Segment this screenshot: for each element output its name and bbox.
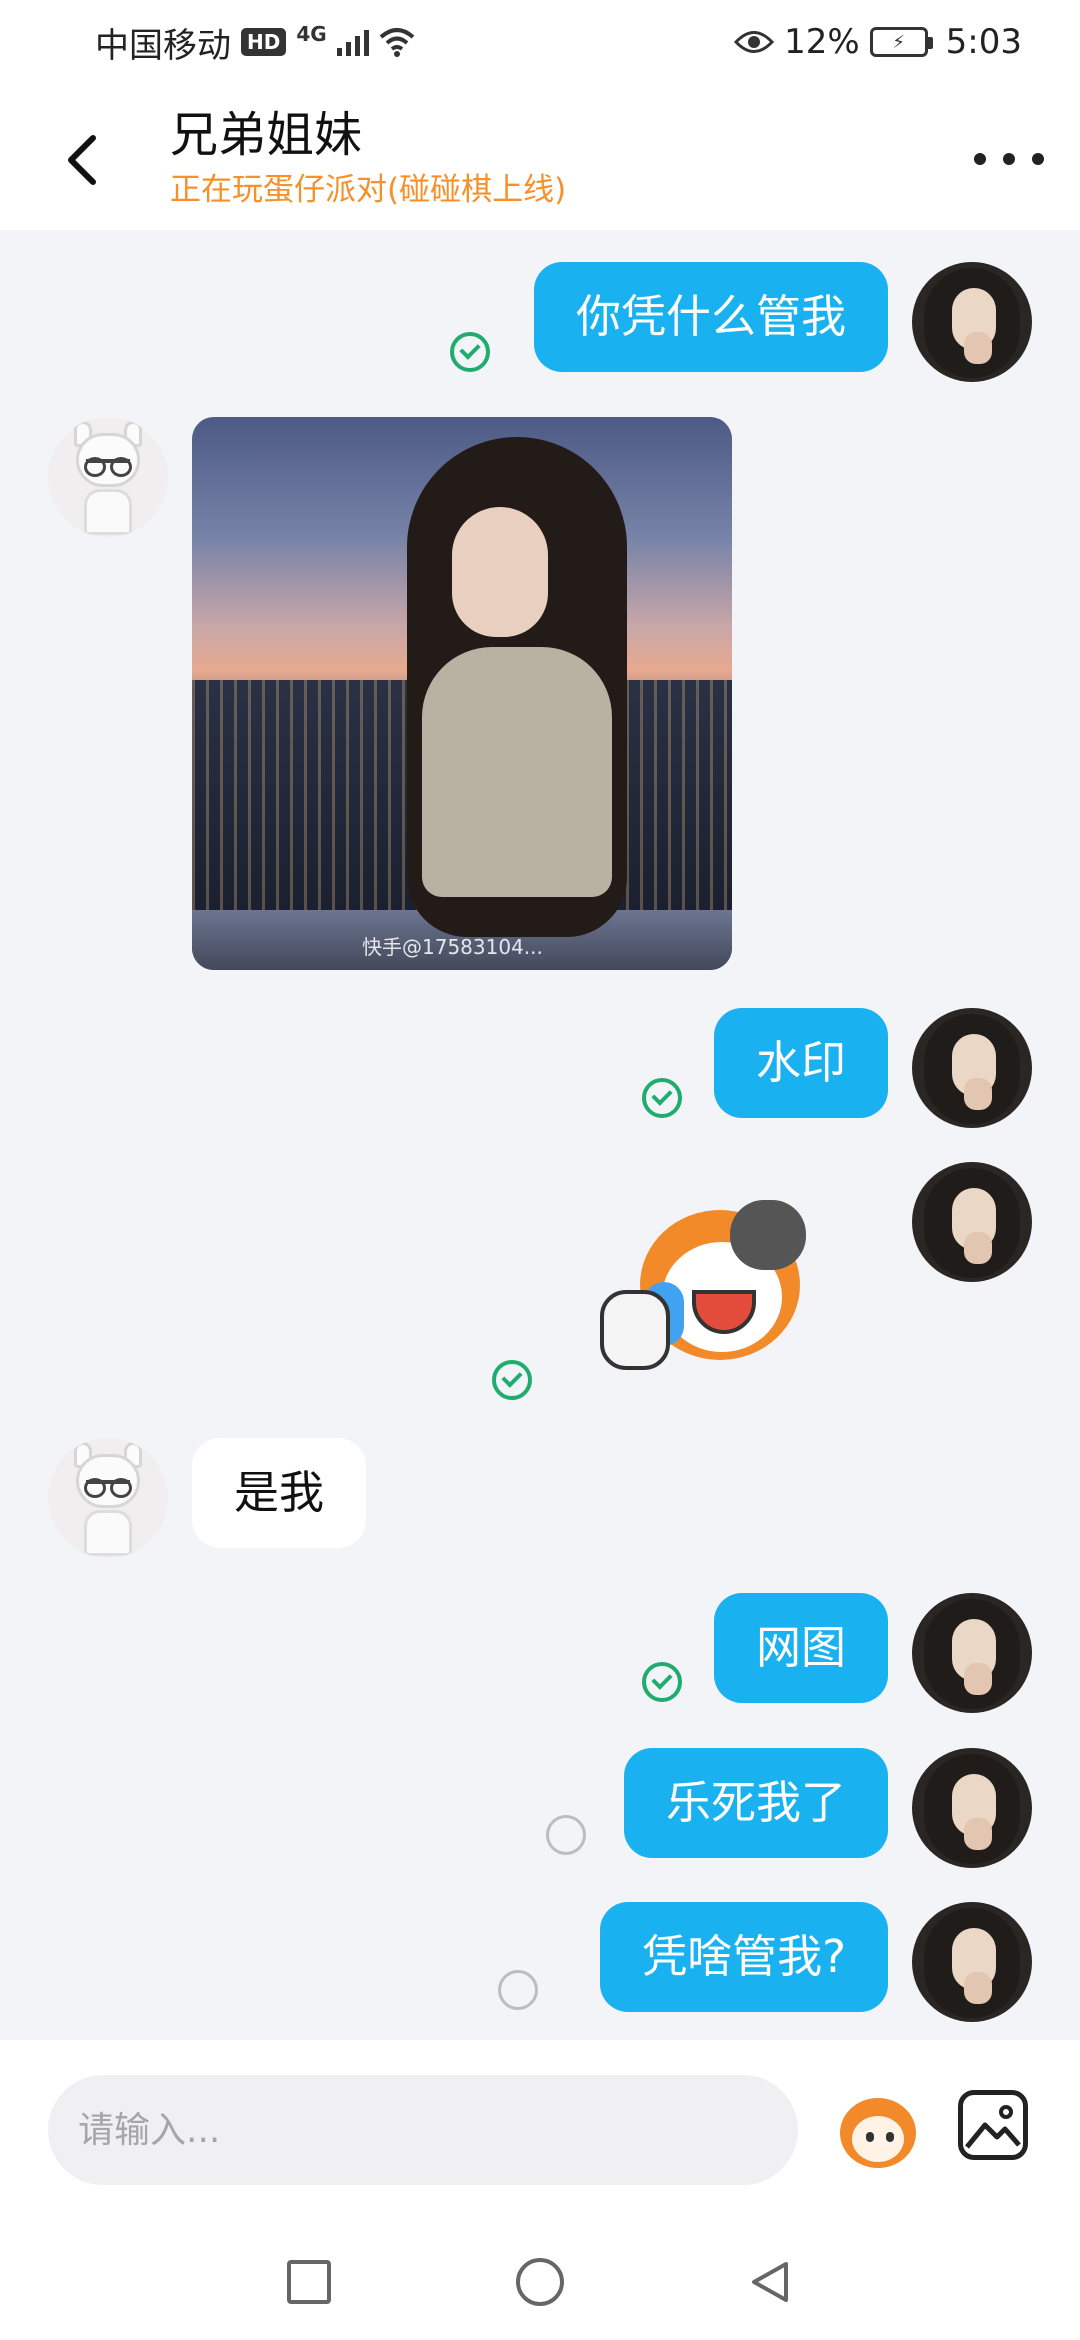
image-icon[interactable] [958, 2090, 1028, 2160]
read-check-icon [642, 1078, 682, 1118]
read-check-icon [642, 1662, 682, 1702]
my-avatar[interactable] [912, 1008, 1032, 1128]
battery-icon: ⚡ [869, 27, 933, 57]
message-list: 你凭什么管我 快手@17583104... 水印 是我 网图 乐死我了 凭啥管我… [0, 230, 1080, 2040]
input-bar [0, 2040, 1080, 2210]
title-block: 兄弟姐妹 正在玩蛋仔派对(碰碰棋上线) [170, 104, 566, 212]
wifi-icon [379, 28, 415, 57]
carrier-name: 中国移动 [95, 25, 231, 66]
chat-subtitle: 正在玩蛋仔派对(碰碰棋上线) [170, 172, 567, 208]
recents-button[interactable] [287, 2260, 331, 2304]
contact-avatar[interactable] [48, 1438, 168, 1558]
hd-badge: HD [241, 28, 287, 56]
message-input[interactable] [48, 2075, 798, 2185]
message-bubble[interactable]: 水印 [713, 1008, 888, 1118]
battery-percent: 12% [784, 22, 860, 62]
chevron-left-icon [68, 135, 96, 185]
home-button[interactable] [516, 2258, 564, 2306]
network-type: 4G [296, 22, 327, 46]
message-bubble[interactable]: 乐死我了 [623, 1748, 888, 1858]
my-avatar[interactable] [912, 1162, 1032, 1282]
my-avatar[interactable] [912, 1902, 1032, 2022]
status-right: 12% ⚡ 5:03 [734, 22, 1022, 62]
chat-header: 兄弟姐妹 正在玩蛋仔派对(碰碰棋上线) [0, 84, 1080, 230]
clock: 5:03 [945, 22, 1022, 62]
nav-back-button[interactable] [748, 2260, 792, 2304]
crying-egg-sticker[interactable] [600, 1190, 830, 1390]
unread-status-icon [546, 1815, 586, 1855]
message-bubble[interactable]: 网图 [713, 1593, 888, 1703]
read-check-icon [492, 1360, 532, 1400]
eye-icon [734, 31, 775, 53]
status-bar: 中国移动 HD 4G 12% ⚡ 5:03 [0, 0, 1080, 84]
message-bubble[interactable]: 凭啥管我? [600, 1902, 888, 2012]
image-watermark: 快手@17583104... [362, 935, 543, 959]
contact-avatar[interactable] [48, 417, 168, 537]
back-button[interactable] [52, 120, 112, 200]
signal-icon [336, 28, 369, 56]
my-avatar[interactable] [912, 1593, 1032, 1713]
chat-screen: 中国移动 HD 4G 12% ⚡ 5:03 兄弟姐妹 正在玩蛋仔派对(碰碰棋上线… [0, 0, 1080, 2340]
more-dots-icon[interactable] [974, 134, 1044, 184]
system-nav-bar [0, 2210, 1080, 2340]
status-left: 中国移动 HD 4G [95, 18, 415, 67]
read-check-icon [450, 332, 490, 372]
message-bubble[interactable]: 是我 [192, 1438, 367, 1548]
image-message[interactable]: 快手@17583104... [192, 417, 732, 970]
emoji-icon[interactable] [832, 2088, 922, 2172]
my-avatar[interactable] [912, 262, 1032, 382]
chat-title: 兄弟姐妹 [170, 107, 363, 163]
message-bubble[interactable]: 你凭什么管我 [533, 262, 888, 372]
my-avatar[interactable] [912, 1748, 1032, 1868]
unread-status-icon [498, 1970, 538, 2010]
